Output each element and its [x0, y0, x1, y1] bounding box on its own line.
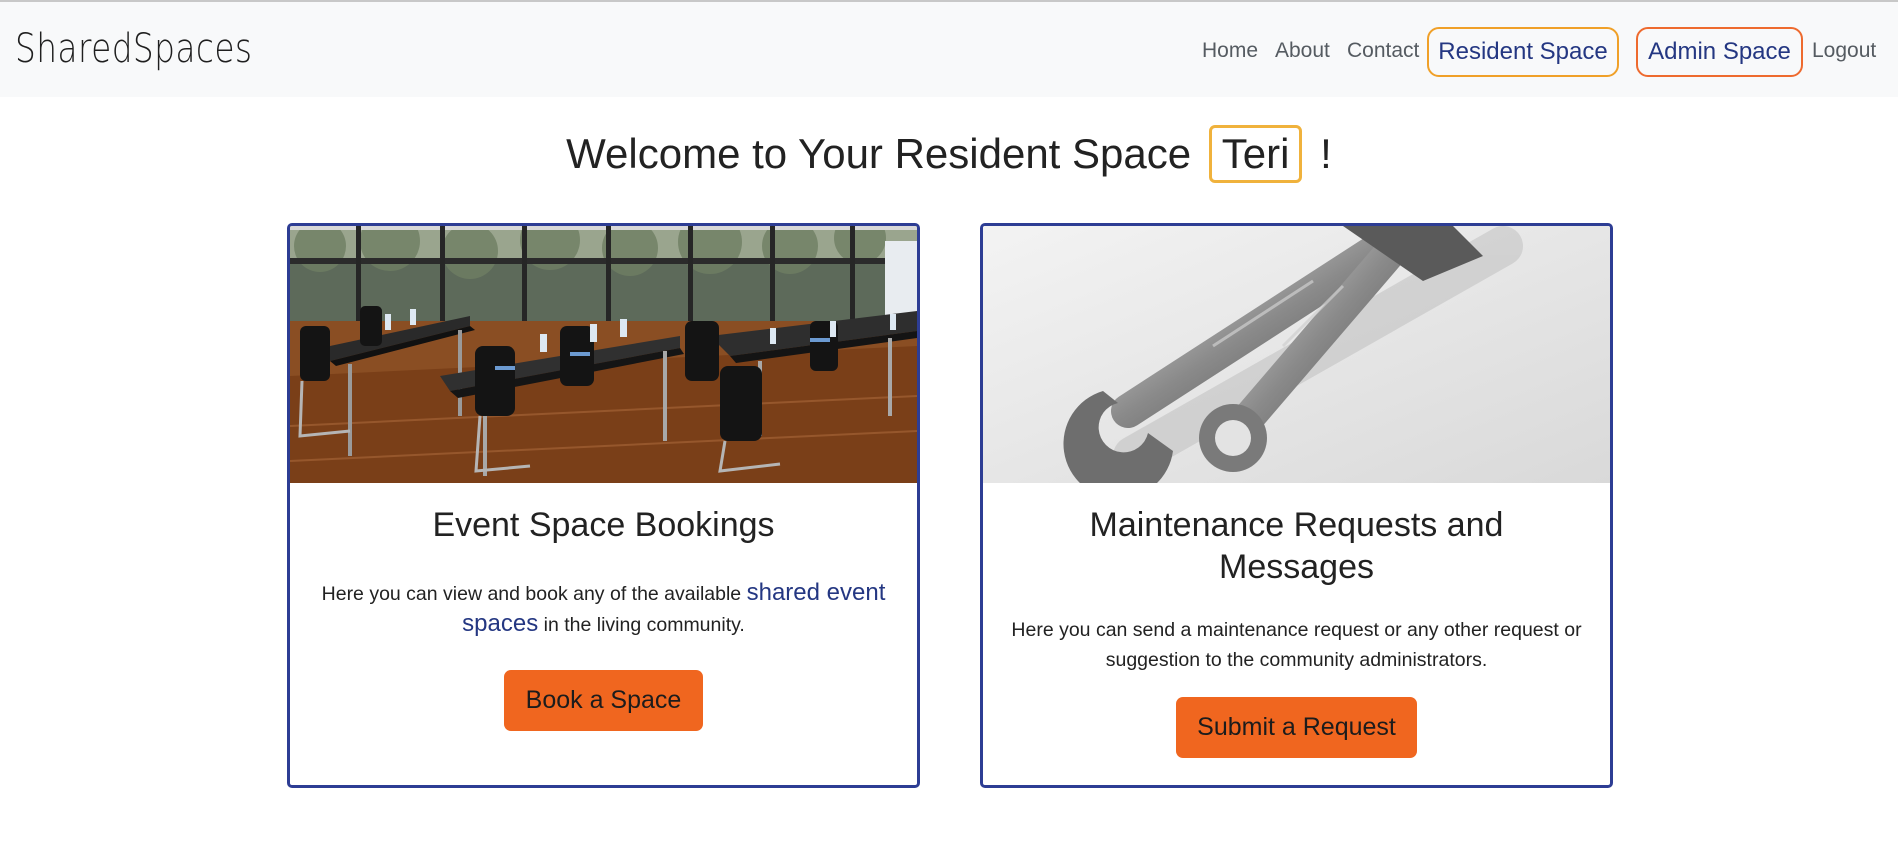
- wrenches-image: [983, 226, 1610, 483]
- nav-about-link[interactable]: About: [1275, 39, 1330, 63]
- maintenance-title-line1: Maintenance Requests and: [1089, 506, 1504, 544]
- event-space-description: Here you can view and book any of the av…: [310, 578, 897, 640]
- nav-resident-space-link[interactable]: Resident Space: [1427, 27, 1619, 77]
- maintenance-title: Maintenance Requests and Messages: [1003, 504, 1590, 588]
- book-space-button[interactable]: Book a Space: [504, 670, 703, 731]
- welcome-prefix: Welcome to Your Resident Space: [566, 130, 1192, 178]
- maintenance-card: Maintenance Requests and Messages Here y…: [980, 223, 1613, 788]
- resident-name-badge: Teri: [1208, 125, 1303, 183]
- maintenance-description: Here you can send a maintenance request …: [1011, 619, 1582, 671]
- brand-logo[interactable]: SharedSpaces: [15, 26, 252, 72]
- event-space-title: Event Space Bookings: [432, 506, 775, 544]
- event-text-before: Here you can view and book any of the av…: [321, 583, 742, 605]
- nav-logout-link[interactable]: Logout: [1812, 39, 1876, 63]
- nav-contact-link[interactable]: Contact: [1347, 39, 1419, 63]
- top-navbar: SharedSpaces Home About Contact Resident…: [0, 0, 1898, 97]
- conference-room-image: [290, 226, 917, 483]
- submit-request-button[interactable]: Submit a Request: [1176, 697, 1417, 758]
- page-title: Welcome to Your Resident Space Teri !: [0, 125, 1898, 186]
- event-space-card: Event Space Bookings Here you can view a…: [287, 223, 920, 788]
- nav-admin-space-link[interactable]: Admin Space: [1636, 27, 1803, 77]
- welcome-suffix: !: [1320, 130, 1332, 178]
- maintenance-title-line2: Messages: [1219, 548, 1374, 586]
- nav-home-link[interactable]: Home: [1202, 39, 1258, 63]
- event-text-after: in the living community.: [543, 614, 745, 636]
